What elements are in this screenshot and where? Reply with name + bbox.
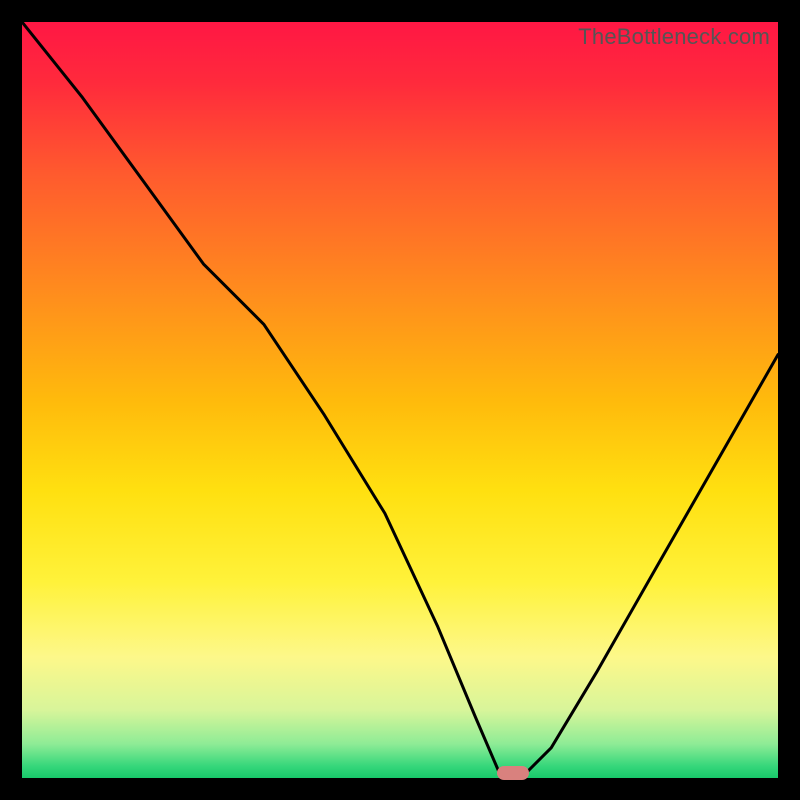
chart-frame: TheBottleneck.com: [0, 0, 800, 800]
watermark-label: TheBottleneck.com: [578, 24, 770, 50]
chart-svg: [22, 22, 778, 778]
optimal-marker: [497, 766, 529, 780]
plot-area: TheBottleneck.com: [22, 22, 778, 778]
gradient-background: [22, 22, 778, 778]
